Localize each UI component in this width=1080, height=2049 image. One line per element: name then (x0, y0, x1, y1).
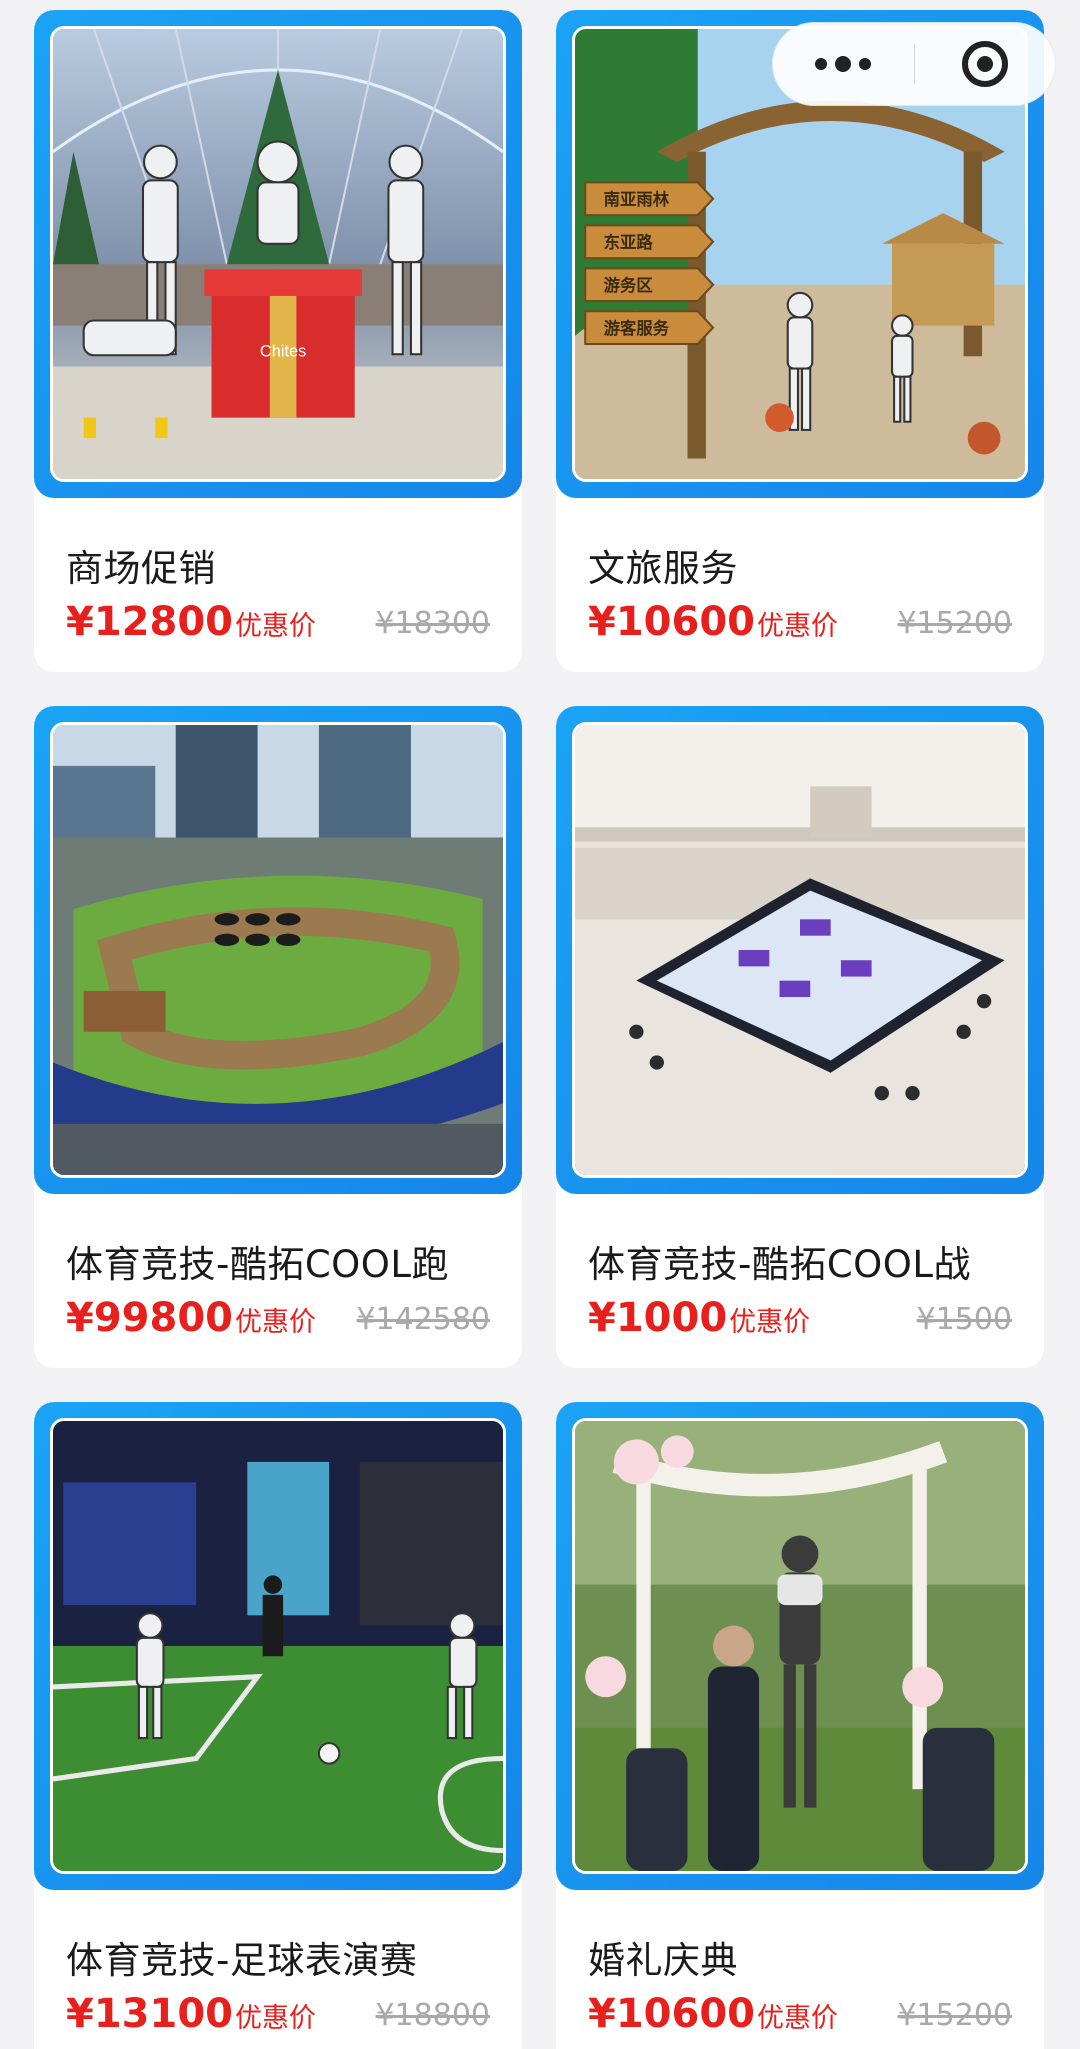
product-card[interactable]: Chites 商场促销 ¥12800优惠价 ¥18300 (34, 10, 522, 672)
price-row: ¥99800优惠价 ¥142580 (66, 1289, 490, 1341)
discount-price: ¥99800优惠价 (66, 1295, 316, 1341)
product-title: 体育竞技-酷拓COOL战 (588, 1243, 972, 1286)
sign-text: 游客服务 (604, 319, 670, 338)
product-image (572, 1418, 1028, 1874)
product-image-frame (34, 706, 522, 1194)
product-image (50, 1418, 506, 1874)
sign-text: 东亚路 (604, 233, 654, 252)
price-row: ¥10600优惠价 ¥15200 (588, 593, 1012, 645)
product-card[interactable]: 南亚雨林 东亚路 游务区 游客服务 文旅服务 ¥10600优惠价 ¥15200 (556, 10, 1044, 672)
price-row: ¥10600优惠价 ¥15200 (588, 1985, 1012, 2037)
mini-program-capsule (772, 22, 1056, 106)
product-image-frame (556, 1402, 1044, 1890)
sign-text: 南亚雨林 (604, 190, 670, 209)
product-image (50, 722, 506, 1178)
product-image: Chites (50, 26, 506, 482)
target-close-icon (961, 41, 1008, 87)
product-title: 商场促销 (66, 547, 216, 590)
product-card[interactable]: 体育竞技-酷拓COOL战 ¥1000优惠价 ¥1500 (556, 706, 1044, 1368)
product-grid: Chites 商场促销 ¥12800优惠价 ¥18300 南亚雨林 东亚路 游务… (34, 10, 1044, 2049)
product-image-frame (556, 706, 1044, 1194)
discount-price: ¥10600优惠价 (588, 599, 838, 645)
original-price: ¥15200 (897, 606, 1012, 641)
discount-price: ¥13100优惠价 (66, 1991, 316, 2037)
product-image-frame (34, 1402, 522, 1890)
product-image (572, 722, 1028, 1178)
ellipsis-icon (815, 58, 828, 70)
product-title: 体育竞技-足球表演赛 (66, 1939, 418, 1982)
discount-price: ¥1000优惠价 (588, 1295, 811, 1341)
more-options-button[interactable] (773, 23, 914, 105)
original-price: ¥15200 (897, 1998, 1012, 2033)
product-title: 体育竞技-酷拓COOL跑 (66, 1243, 450, 1286)
original-price: ¥18300 (375, 606, 490, 641)
sign-text: 游务区 (604, 276, 653, 295)
close-miniprogram-button[interactable] (914, 23, 1055, 105)
price-row: ¥1000优惠价 ¥1500 (588, 1289, 1012, 1341)
original-price: ¥18800 (375, 1998, 490, 2033)
product-card[interactable]: 体育竞技-酷拓COOL跑 ¥99800优惠价 ¥142580 (34, 706, 522, 1368)
product-card[interactable]: 婚礼庆典 ¥10600优惠价 ¥15200 (556, 1402, 1044, 2049)
price-row: ¥12800优惠价 ¥18300 (66, 593, 490, 645)
original-price: ¥142580 (356, 1302, 490, 1337)
original-price: ¥1500 (916, 1302, 1012, 1337)
product-image-frame: Chites (34, 10, 522, 498)
product-title: 婚礼庆典 (588, 1939, 738, 1982)
product-card[interactable]: 体育竞技-足球表演赛 ¥13100优惠价 ¥18800 (34, 1402, 522, 2049)
discount-price: ¥12800优惠价 (66, 599, 316, 645)
product-title: 文旅服务 (588, 547, 738, 590)
gift-box-label: Chites (260, 342, 306, 360)
price-row: ¥13100优惠价 ¥18800 (66, 1985, 490, 2037)
discount-price: ¥10600优惠价 (588, 1991, 838, 2037)
